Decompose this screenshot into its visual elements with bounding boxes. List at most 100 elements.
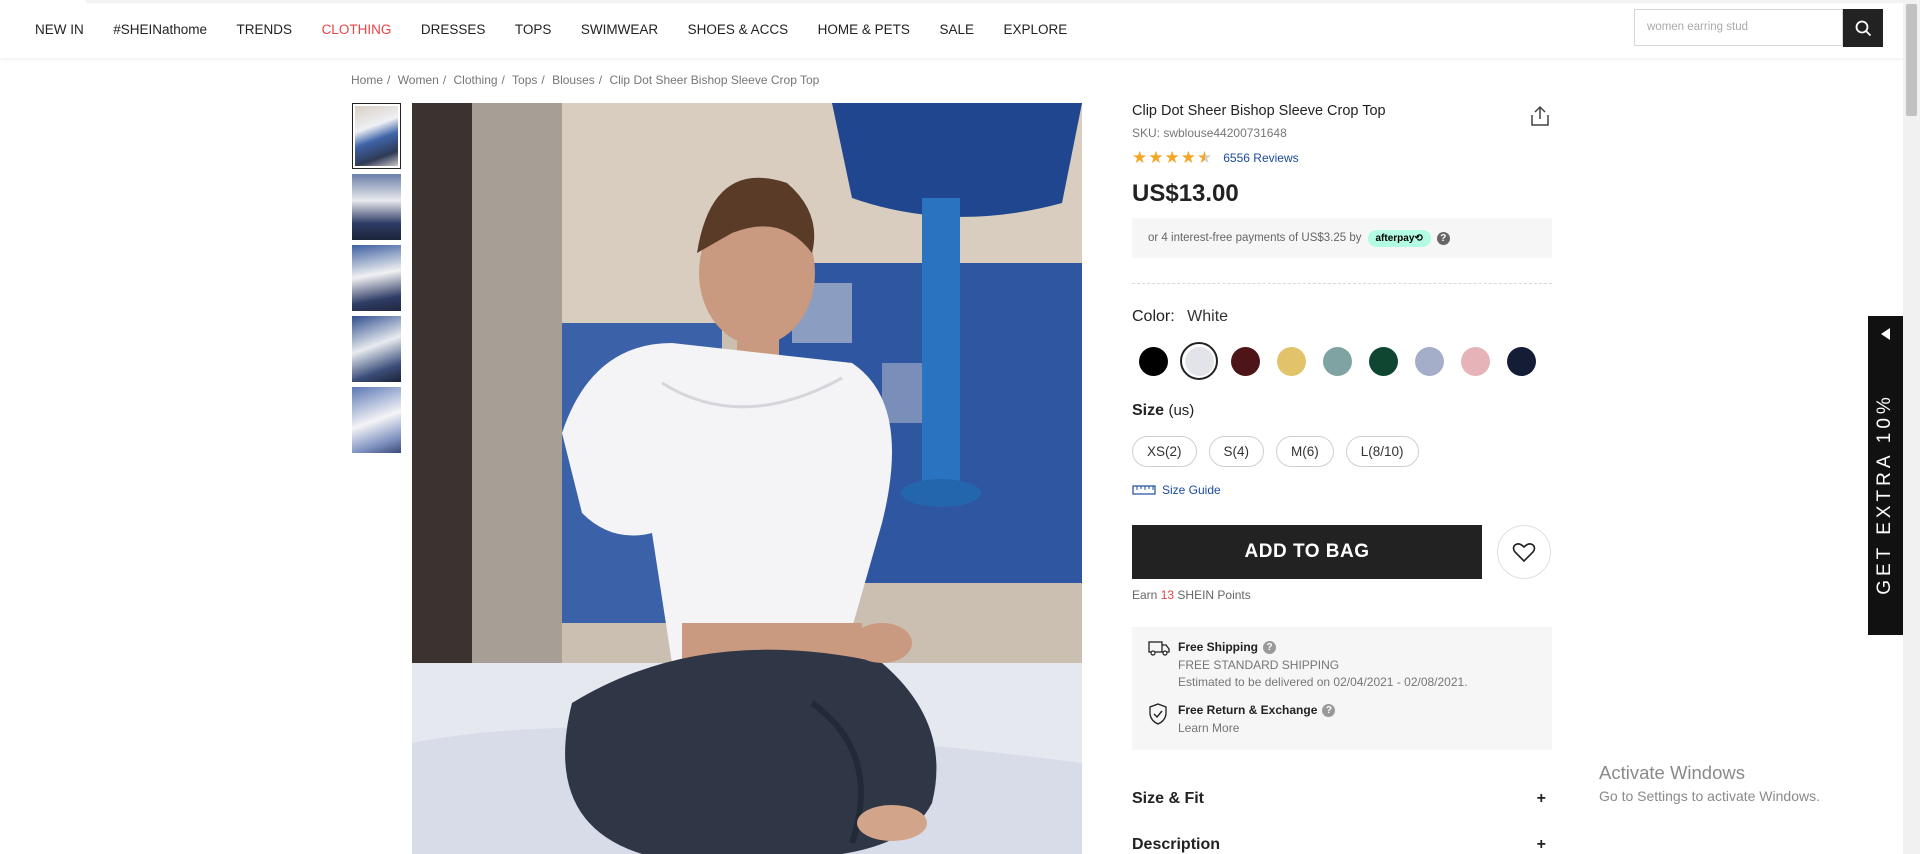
add-to-bag-button[interactable]: ADD TO BAG	[1132, 525, 1482, 579]
breadcrumb-separator: /	[442, 73, 447, 87]
color-swatch-9[interactable]	[1502, 342, 1540, 380]
help-icon[interactable]: ?	[1263, 640, 1277, 654]
learn-more-link[interactable]: Learn More	[1178, 721, 1335, 735]
nav-item-explore[interactable]: EXPLORE	[1003, 22, 1067, 37]
nav-item-shoes-accs[interactable]: SHOES & ACCS	[688, 22, 789, 37]
star-icon: ★	[1164, 148, 1180, 167]
windows-activation-watermark: Activate Windows Go to Settings to activ…	[1599, 762, 1820, 804]
accordion-size-fit-label: Size & Fit	[1132, 790, 1205, 807]
thumbnail-2[interactable]	[352, 174, 401, 240]
product-price: US$13.00	[1132, 180, 1239, 207]
size-option-s[interactable]: S(4)	[1208, 436, 1265, 467]
nav-item-tops[interactable]: TOPS	[515, 22, 552, 37]
promo-side-tab-label: GET EXTRA 10%	[1874, 393, 1895, 595]
breadcrumb: Home / Women / Clothing / Tops / Blouses / Cl…	[351, 73, 823, 87]
scrollbar-thumb[interactable]	[1906, 4, 1917, 116]
color-swatch-1[interactable]	[1134, 342, 1172, 380]
free-return-title: Free Return & Exchange?	[1178, 703, 1336, 717]
color-selected-value: White	[1187, 308, 1229, 325]
thumbnail-image	[355, 106, 398, 166]
search-input[interactable]	[1635, 10, 1849, 43]
size-option-m[interactable]: M(6)	[1276, 436, 1334, 467]
main-nav: NEW IN #SHEINathome TRENDS CLOTHING DRES…	[35, 22, 1097, 37]
free-shipping-row: Free Shipping? FREE STANDARD SHIPPING Es…	[1148, 640, 1468, 689]
color-swatch-fill	[1138, 346, 1168, 376]
afterpay-badge[interactable]: afterpay⟲	[1367, 229, 1431, 247]
nav-item-home-pets[interactable]: HOME & PETS	[818, 22, 910, 37]
thumbnail-list	[352, 103, 401, 458]
free-return-row: Free Return & Exchange? Learn More	[1148, 703, 1336, 735]
breadcrumb-women[interactable]: Women	[398, 73, 439, 87]
color-swatch-8[interactable]	[1456, 342, 1494, 380]
nav-item-trends[interactable]: TRENDS	[237, 22, 293, 37]
nav-item-dresses[interactable]: DRESSES	[421, 22, 486, 37]
search-button[interactable]	[1843, 9, 1883, 47]
size-option-xs[interactable]: XS(2)	[1132, 436, 1197, 467]
afterpay-badge-label: afterpay	[1375, 232, 1415, 244]
nav-item-sheinathome[interactable]: #SHEINathome	[113, 22, 207, 37]
breadcrumb-home[interactable]: Home	[351, 73, 383, 87]
color-swatch-3[interactable]	[1226, 342, 1264, 380]
top-divider	[86, 0, 1903, 3]
nav-item-sale[interactable]: SALE	[939, 22, 974, 37]
color-swatch-2[interactable]	[1180, 342, 1218, 380]
reviews-link[interactable]: 6556 Reviews	[1223, 151, 1298, 165]
accordion-description[interactable]: Description +	[1132, 836, 1552, 854]
breadcrumb-tops[interactable]: Tops	[512, 73, 537, 87]
thumbnail-4[interactable]	[352, 316, 401, 382]
nav-item-swimwear[interactable]: SWIMWEAR	[581, 22, 658, 37]
free-shipping-title-text: Free Shipping	[1178, 640, 1259, 654]
breadcrumb-separator: /	[541, 73, 545, 87]
thumbnail-image	[352, 387, 401, 453]
afterpay-text: or 4 interest-free payments of US$3.25 b…	[1148, 232, 1362, 244]
heart-icon	[1512, 543, 1536, 563]
color-swatch-fill	[1368, 346, 1398, 376]
thumbnail-image	[352, 316, 401, 382]
color-swatch-fill	[1460, 346, 1490, 376]
help-icon[interactable]: ?	[1322, 703, 1336, 717]
size-option-l[interactable]: L(8/10)	[1345, 436, 1419, 467]
color-label-title: Color:	[1132, 308, 1175, 325]
breadcrumb-separator: /	[501, 73, 505, 87]
watermark-line1: Activate Windows	[1599, 762, 1745, 783]
size-guide-link[interactable]: Size Guide	[1132, 483, 1221, 497]
thumbnail-5[interactable]	[352, 387, 401, 453]
search-box	[1634, 9, 1849, 46]
share-icon	[1531, 105, 1549, 126]
color-swatch-fill	[1276, 346, 1306, 376]
thumbnail-3[interactable]	[352, 245, 401, 311]
free-return-details: Free Return & Exchange? Learn More	[1178, 703, 1336, 735]
half-star-icon: ★	[1197, 148, 1213, 167]
nav-item-clothing[interactable]: CLOTHING	[322, 22, 392, 37]
color-swatch-fill	[1184, 346, 1214, 376]
size-options: XS(2) S(4) M(6) L(8/10)	[1132, 436, 1431, 467]
product-rating: ★ ★ ★ ★ ★ 6556 Reviews	[1132, 149, 1299, 166]
promo-side-tab[interactable]: GET EXTRA 10%	[1868, 316, 1903, 635]
thumbnail-1[interactable]	[352, 103, 401, 169]
product-title: Clip Dot Sheer Bishop Sleeve Crop Top	[1132, 103, 1386, 119]
help-icon[interactable]: ?	[1436, 231, 1450, 245]
nav-item-new-in[interactable]: NEW IN	[35, 22, 84, 37]
search-icon	[1855, 20, 1871, 36]
accordion-size-fit[interactable]: Size & Fit +	[1132, 790, 1552, 808]
product-sku: SKU: swblouse44200731648	[1132, 126, 1287, 140]
points-value: 13	[1160, 588, 1175, 602]
page-scrollbar[interactable]	[1903, 0, 1920, 854]
top-navigation-bar: NEW IN #SHEINathome TRENDS CLOTHING DRES…	[0, 0, 1903, 58]
truck-icon	[1148, 640, 1178, 689]
color-swatch-7[interactable]	[1410, 342, 1448, 380]
free-return-title-text: Free Return & Exchange	[1178, 703, 1318, 717]
product-main-image[interactable]	[412, 103, 1082, 854]
color-swatch-4[interactable]	[1272, 342, 1310, 380]
product-photo-illustration	[412, 103, 1082, 854]
breadcrumb-clothing[interactable]: Clothing	[454, 73, 498, 87]
breadcrumb-blouses[interactable]: Blouses	[552, 73, 595, 87]
arrow-left-icon	[1881, 328, 1890, 340]
color-swatch-6[interactable]	[1364, 342, 1402, 380]
color-swatch-5[interactable]	[1318, 342, 1356, 380]
points-suffix: SHEIN Points	[1177, 588, 1251, 602]
color-swatch-fill	[1230, 346, 1260, 376]
wishlist-button[interactable]	[1497, 525, 1551, 579]
size-label-title: Size	[1132, 402, 1165, 419]
share-button[interactable]	[1530, 105, 1550, 132]
